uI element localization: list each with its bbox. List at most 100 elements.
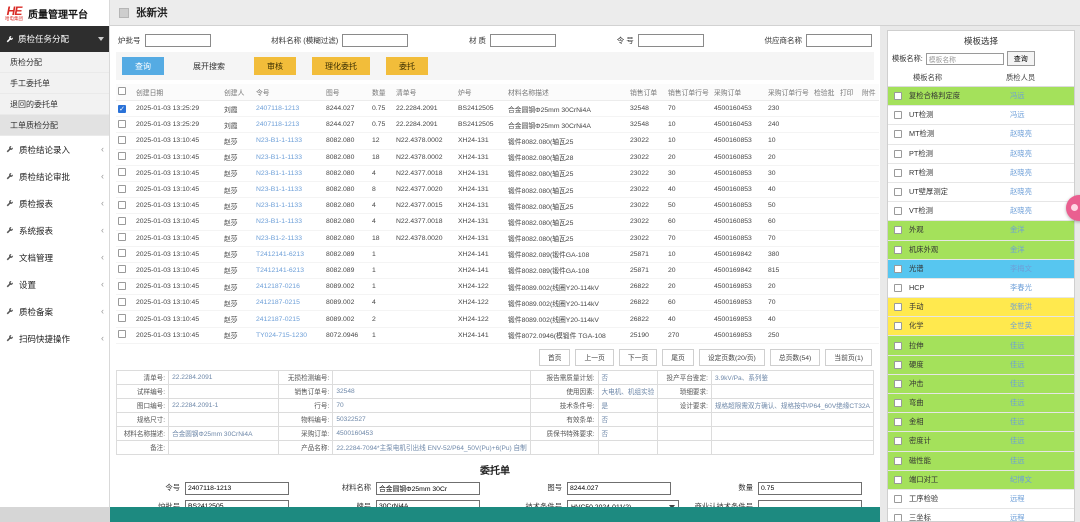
- template-checkbox[interactable]: [894, 322, 902, 330]
- inspector-link[interactable]: 赵晓亮: [1010, 206, 1070, 216]
- inspector-link[interactable]: 李梅文: [1010, 264, 1070, 274]
- action-button[interactable]: 委托: [386, 57, 428, 75]
- pager-button[interactable]: 总页数(54): [770, 349, 820, 366]
- sidebar-group[interactable]: 质检结论审批‹: [0, 163, 109, 190]
- template-row[interactable]: 硬度佳远: [888, 356, 1074, 375]
- table-cell[interactable]: T2412141-6213: [254, 262, 324, 278]
- pager-button[interactable]: 上一页: [575, 349, 613, 366]
- sidebar-group[interactable]: 文档管理‹: [0, 244, 109, 271]
- template-row[interactable]: 拉伸佳远: [888, 336, 1074, 355]
- template-checkbox[interactable]: [894, 284, 902, 292]
- filter-input[interactable]: [490, 34, 556, 47]
- row-checkbox[interactable]: [118, 168, 126, 176]
- template-checkbox[interactable]: [894, 399, 902, 407]
- user-name[interactable]: 张新洪: [136, 5, 168, 20]
- pager-button[interactable]: 当前页(1): [825, 349, 872, 366]
- inspector-link[interactable]: 佳远: [1010, 341, 1070, 351]
- template-checkbox[interactable]: [894, 380, 902, 388]
- sidebar-group[interactable]: 扫码快捷操作‹: [0, 325, 109, 352]
- table-cell[interactable]: N23-B1-1-1133: [254, 133, 324, 149]
- table-cell[interactable]: 2407118-1213: [254, 101, 324, 117]
- template-row[interactable]: 复检合格判定度冯远: [888, 87, 1074, 106]
- inspector-link[interactable]: 佳远: [1010, 436, 1070, 446]
- table-row[interactable]: 2025-01-03 13:10:45赵莎T2412141-62138082.0…: [116, 246, 879, 262]
- template-search-input[interactable]: [926, 53, 1004, 65]
- sidebar-group[interactable]: 质检报表‹: [0, 190, 109, 217]
- row-checkbox[interactable]: [118, 233, 126, 241]
- template-row[interactable]: 密度计佳远: [888, 432, 1074, 451]
- template-row[interactable]: 金相佳远: [888, 413, 1074, 432]
- template-row[interactable]: HCP李春光: [888, 279, 1074, 298]
- form-input[interactable]: [376, 500, 480, 507]
- template-row[interactable]: UT检测冯远: [888, 106, 1074, 125]
- row-checkbox[interactable]: [118, 298, 126, 306]
- template-checkbox[interactable]: [894, 342, 902, 350]
- row-checkbox[interactable]: ✓: [118, 105, 126, 113]
- table-row[interactable]: 2025-01-03 13:10:45赵莎T2412141-62138082.0…: [116, 262, 879, 278]
- inspector-link[interactable]: 张新洪: [1010, 302, 1070, 312]
- table-row[interactable]: ✓2025-01-03 13:25:29刘霞2407118-12138244.0…: [116, 101, 879, 117]
- row-checkbox[interactable]: [118, 282, 126, 290]
- template-checkbox[interactable]: [894, 303, 902, 311]
- table-cell[interactable]: 2412187-0215: [254, 295, 324, 311]
- template-checkbox[interactable]: [894, 361, 902, 369]
- sidebar-item[interactable]: 手工委托单: [0, 73, 109, 94]
- inspector-link[interactable]: 远程: [1010, 494, 1070, 504]
- filter-input[interactable]: [342, 34, 408, 47]
- template-checkbox[interactable]: [894, 246, 902, 254]
- row-checkbox[interactable]: [118, 120, 126, 128]
- inspector-link[interactable]: 李春光: [1010, 283, 1070, 293]
- inspector-link[interactable]: 冯远: [1010, 91, 1070, 101]
- menu-icon[interactable]: [119, 8, 129, 18]
- sidebar-item[interactable]: 退回的委托单: [0, 94, 109, 115]
- table-cell[interactable]: N23-B1-1-1133: [254, 165, 324, 181]
- row-checkbox[interactable]: [118, 330, 126, 338]
- inspector-link[interactable]: 金洋: [1010, 225, 1070, 235]
- template-row[interactable]: UT壁厚测定赵晓亮: [888, 183, 1074, 202]
- pager-button[interactable]: 下一页: [619, 349, 657, 366]
- filter-input[interactable]: [638, 34, 704, 47]
- row-checkbox[interactable]: [118, 201, 126, 209]
- template-row[interactable]: PT检测赵晓亮: [888, 145, 1074, 164]
- template-checkbox[interactable]: [894, 92, 902, 100]
- template-checkbox[interactable]: [894, 437, 902, 445]
- template-row[interactable]: 机床外观金洋: [888, 241, 1074, 260]
- sidebar-group[interactable]: 质检结论录入‹: [0, 136, 109, 163]
- template-checkbox[interactable]: [894, 265, 902, 273]
- table-cell[interactable]: T2412141-6213: [254, 246, 324, 262]
- filter-input[interactable]: [145, 34, 211, 47]
- template-row[interactable]: RT检测赵晓亮: [888, 164, 1074, 183]
- template-row[interactable]: 冲击佳远: [888, 375, 1074, 394]
- table-row[interactable]: 2025-01-03 13:10:45赵莎TY024-715-12308072.…: [116, 327, 879, 343]
- action-button[interactable]: 理化委托: [312, 57, 370, 75]
- inspector-link[interactable]: 赵晓亮: [1010, 187, 1070, 197]
- inspector-link[interactable]: 佳远: [1010, 379, 1070, 389]
- template-row[interactable]: 三坐标远程: [888, 509, 1074, 522]
- row-checkbox[interactable]: [118, 152, 126, 160]
- pager-button[interactable]: 首页: [539, 349, 571, 366]
- table-row[interactable]: 2025-01-03 13:10:45赵莎2412187-02168089.00…: [116, 279, 879, 295]
- table-cell[interactable]: N23-B1-1-1133: [254, 181, 324, 197]
- row-checkbox[interactable]: [118, 217, 126, 225]
- template-row[interactable]: 工序检验远程: [888, 490, 1074, 509]
- template-checkbox[interactable]: [894, 169, 902, 177]
- template-row[interactable]: 化学全世英: [888, 317, 1074, 336]
- template-checkbox[interactable]: [894, 226, 902, 234]
- template-checkbox[interactable]: [894, 476, 902, 484]
- table-row[interactable]: 2025-01-03 13:25:29刘霞2407118-12138244.02…: [116, 117, 879, 133]
- inspector-link[interactable]: 纪博文: [1010, 475, 1070, 485]
- sidebar-group[interactable]: 系统报表‹: [0, 217, 109, 244]
- table-cell[interactable]: N23-B1-1-1133: [254, 214, 324, 230]
- template-checkbox[interactable]: [894, 514, 902, 522]
- table-cell[interactable]: 2412187-0215: [254, 311, 324, 327]
- form-input[interactable]: [758, 500, 862, 507]
- template-checkbox[interactable]: [894, 207, 902, 215]
- table-row[interactable]: 2025-01-03 13:10:45赵莎2412187-02158089.00…: [116, 311, 879, 327]
- inspector-link[interactable]: 金洋: [1010, 245, 1070, 255]
- action-button[interactable]: 查询: [122, 57, 164, 75]
- inspector-link[interactable]: 远程: [1010, 513, 1070, 522]
- action-button[interactable]: 展开搜索: [180, 57, 238, 75]
- inspector-link[interactable]: 佳远: [1010, 456, 1070, 466]
- sidebar-item[interactable]: 工单质检分配: [0, 115, 109, 136]
- table-cell[interactable]: 2407118-1213: [254, 117, 324, 133]
